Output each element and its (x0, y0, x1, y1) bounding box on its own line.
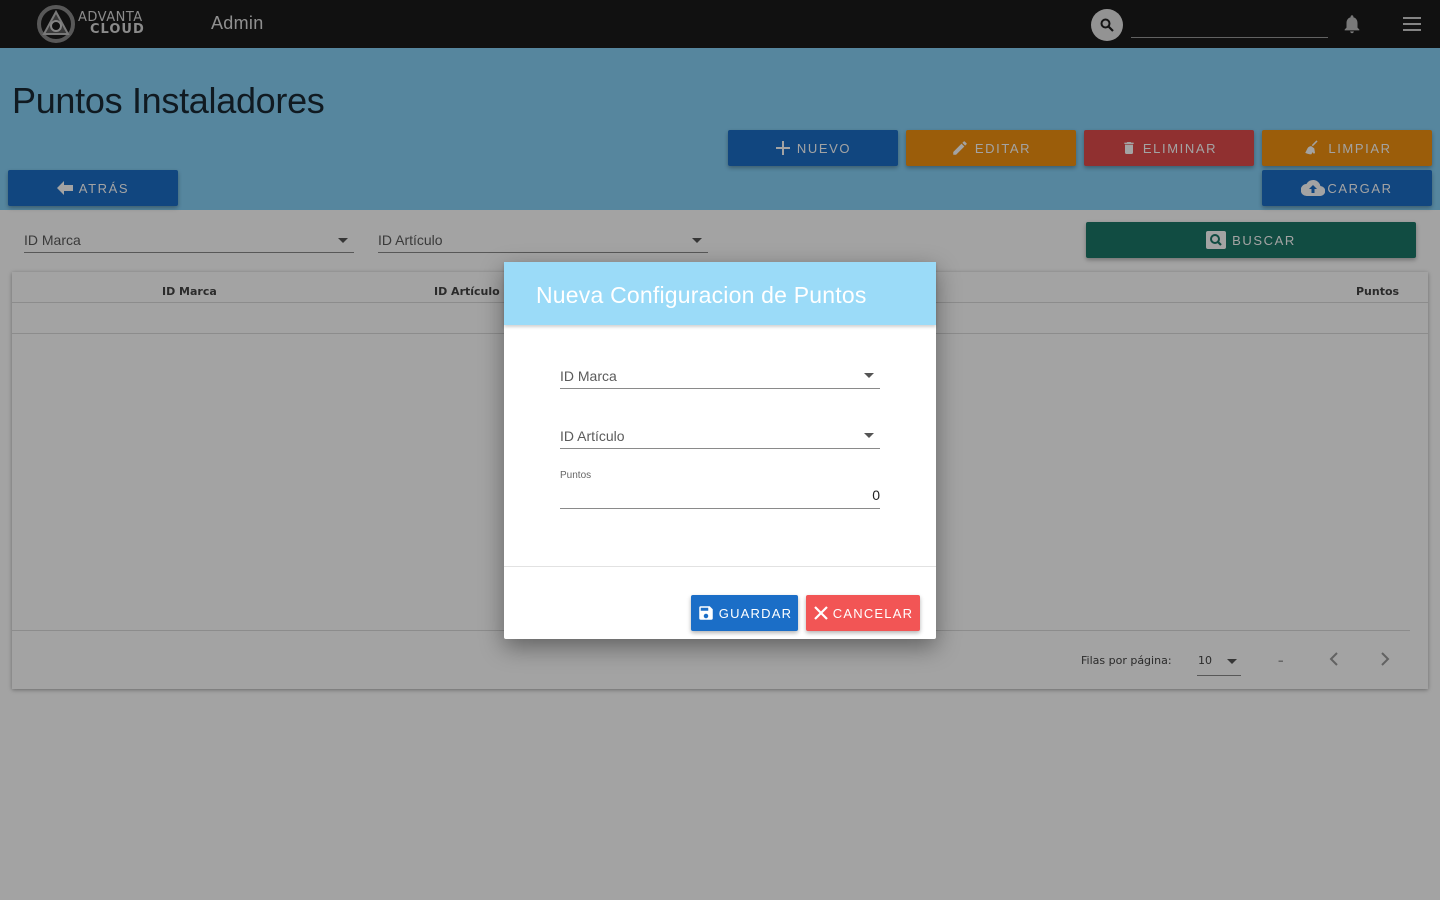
floppy-disk-icon (697, 604, 715, 622)
dialog-title: Nueva Configuracion de Puntos (536, 282, 867, 308)
close-icon (813, 605, 829, 621)
dialog-id-marca-select[interactable]: ID Marca (560, 362, 880, 389)
guardar-label: GUARDAR (718, 605, 793, 621)
cancelar-button[interactable]: CANCELAR (806, 595, 920, 631)
chevron-down-icon (864, 433, 874, 438)
dialog-id-articulo-select[interactable]: ID Artículo (560, 422, 880, 449)
guardar-button[interactable]: GUARDAR (691, 595, 798, 631)
dialog-id-articulo-label: ID Artículo (560, 428, 625, 444)
puntos-label: Puntos (560, 470, 592, 481)
cancelar-label: CANCELAR (832, 605, 914, 621)
dialog-divider (504, 566, 936, 567)
dialog-header: Nueva Configuracion de Puntos (504, 262, 936, 325)
puntos-value: 0 (872, 487, 880, 503)
dialog-id-marca-label: ID Marca (560, 368, 617, 384)
chevron-down-icon (864, 373, 874, 378)
puntos-input[interactable]: 0 (560, 482, 880, 509)
new-points-config-dialog: Nueva Configuracion de Puntos ID Marca I… (504, 262, 936, 639)
